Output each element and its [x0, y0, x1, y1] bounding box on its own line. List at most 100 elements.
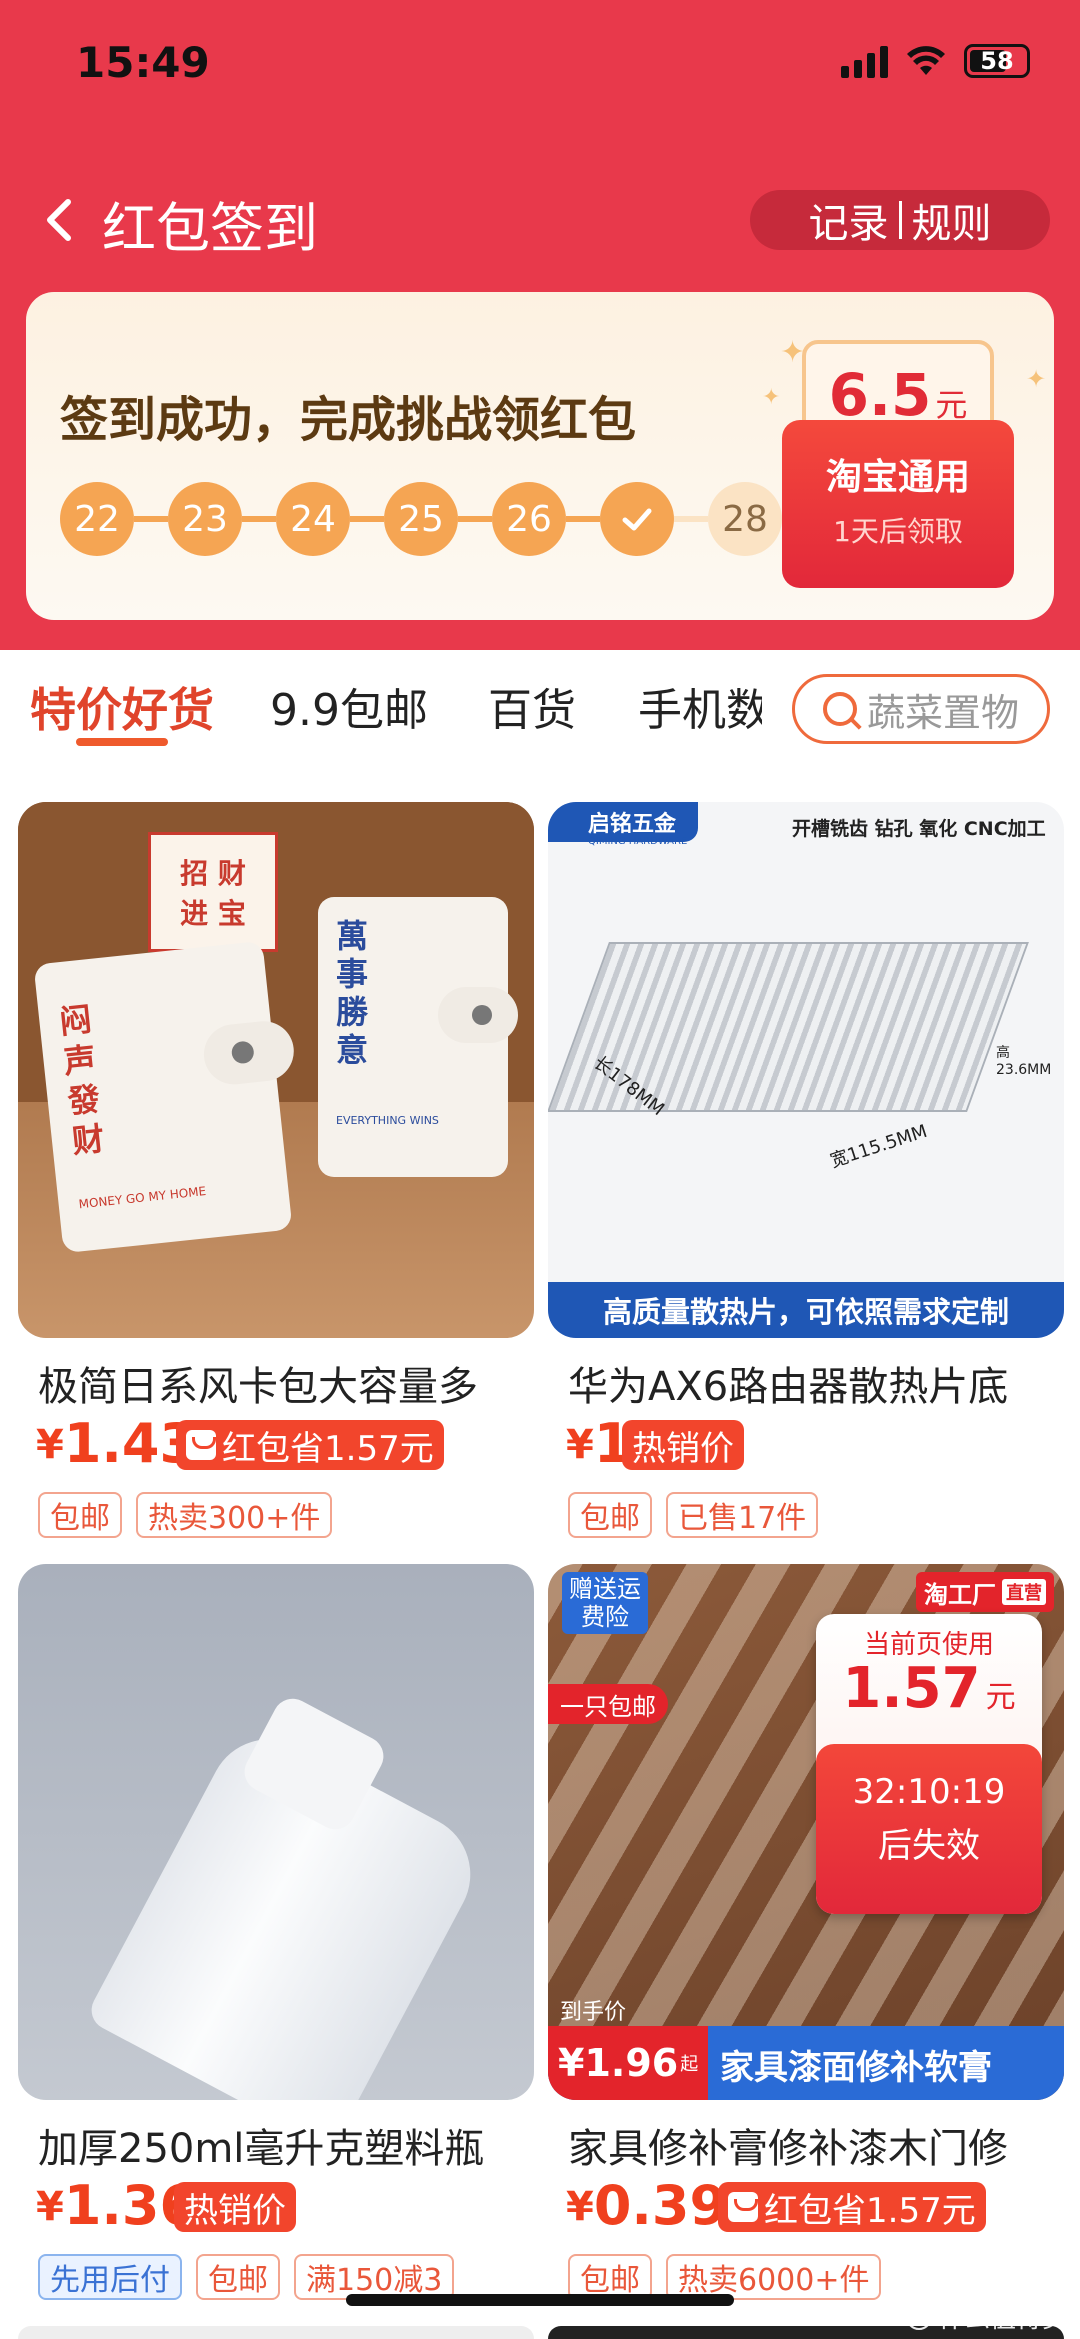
- product-card[interactable]: 加厚250ml毫升克塑料瓶 ¥ 1.36 热销价 先用后付 包邮 满150减3: [18, 1564, 534, 2300]
- img-process: 开槽铣齿 钻孔 氧化 CNC加工: [792, 818, 1046, 840]
- day-connector: [350, 516, 384, 522]
- day-24: 24: [276, 482, 350, 556]
- currency-symbol: ¥: [36, 1422, 64, 1468]
- day-25: 25: [384, 482, 458, 556]
- product-card[interactable]: 赠送运费险 淘工厂 直营 一只包邮 到手价 ¥1.96 起 家具漆面修补软膏 当…: [548, 1564, 1064, 2300]
- day-22: 22: [60, 482, 134, 556]
- badge-text: 红包省1.57元: [222, 1428, 434, 1469]
- nav-bar: 红包签到 记录 规则: [0, 180, 1080, 260]
- battery-icon: 58: [964, 44, 1030, 78]
- divider: [898, 201, 902, 239]
- product-title[interactable]: 家具修补膏修补漆木门修: [568, 2116, 1008, 2174]
- tab-special-deals[interactable]: 特价好货: [30, 674, 214, 740]
- img-qi: 起: [680, 2054, 699, 2075]
- tag: 热卖300+件: [136, 1492, 333, 1538]
- img-text-money: MONEY GO MY HOME: [78, 1184, 207, 1212]
- status-time: 15:49: [76, 38, 210, 87]
- overlay-unit: 元: [985, 1680, 1016, 1715]
- product-image[interactable]: [18, 1564, 534, 2100]
- img-text-zhaocai: 招 财: [180, 857, 246, 890]
- checkin-days: 22 23 24 25 26 28: [60, 482, 782, 556]
- badge-text: 热销价: [632, 1428, 734, 1469]
- search-placeholder: 蔬菜置物: [867, 690, 1020, 735]
- img-hand-price-label: 到手价: [560, 2000, 627, 2025]
- product-image[interactable]: 赠送运费险 淘工厂 直营 一只包邮 到手价 ¥1.96 起 家具漆面修补软膏 当…: [548, 1564, 1064, 2100]
- next-product-peek: [18, 2326, 534, 2339]
- tab-9-9-free-shipping[interactable]: 9.9包邮: [270, 674, 428, 738]
- coupon-envelope: 淘宝通用 1天后领取: [782, 420, 1014, 588]
- img-banner: 高质量散热片，可依照需求定制: [548, 1282, 1064, 1338]
- product-tags: 包邮 已售17件: [568, 1492, 819, 1538]
- back-arrow-icon[interactable]: [32, 190, 92, 250]
- day-26: 26: [492, 482, 566, 556]
- page-title: 红包签到: [102, 197, 318, 260]
- red-packet-badge: 红包省1.57元: [718, 2182, 986, 2232]
- overlay-amount: 1.57: [842, 1656, 981, 1721]
- product-title[interactable]: 极简日系风卡包大容量多: [38, 1354, 478, 1412]
- battery-level: 58: [980, 47, 1014, 75]
- product-title[interactable]: 华为AX6路由器散热片底: [568, 1354, 1008, 1412]
- watermark: 什么值得买: [905, 2298, 1068, 2335]
- tag-pay-later: 先用后付: [38, 2254, 182, 2300]
- overlay-expire: 后失效: [878, 1826, 980, 1866]
- search-icon: [823, 692, 857, 726]
- product-image[interactable]: 启铭五金 QIMING HARDWARE 开槽铣齿 钻孔 氧化 CNC加工 长1…: [548, 802, 1064, 1338]
- badge-text: 热销价: [184, 2190, 286, 2231]
- overlay-countdown: 32:10:19: [852, 1772, 1006, 1812]
- img-dim-height: 高23.6MM: [996, 1045, 1052, 1078]
- red-packet-icon: [186, 1430, 216, 1460]
- day-connector: [458, 516, 492, 522]
- img-dim-width: 宽115.5MM: [827, 1120, 930, 1172]
- sparkle-icon: ✦: [762, 385, 781, 410]
- checkin-message: 签到成功，完成挑战领红包: [60, 392, 637, 448]
- record-button[interactable]: 记录: [809, 191, 889, 249]
- tag: 包邮: [38, 1492, 122, 1538]
- rules-button[interactable]: 规则: [912, 191, 992, 249]
- cellular-signal-icon: [841, 44, 888, 78]
- tag: 已售17件: [666, 1492, 819, 1538]
- product-price: ¥ 1.43: [36, 1414, 197, 1474]
- day-28: 28: [708, 482, 782, 556]
- wifi-icon: [907, 46, 945, 75]
- day-connector: [242, 516, 276, 522]
- red-packet-badge: 红包省1.57元: [176, 1420, 444, 1470]
- product-image[interactable]: 招 财 进 宝 闷 声 發 财 MONEY GO MY HOME 萬 事 勝 意…: [18, 802, 534, 1338]
- tag: 包邮: [568, 1492, 652, 1538]
- red-packet-coupon[interactable]: 6.5 元 淘宝通用 1天后领取: [782, 330, 1014, 588]
- watermark-logo-icon: [905, 2303, 932, 2330]
- status-icons: 58: [841, 44, 1030, 78]
- product-price: ¥ 0.39: [566, 2176, 727, 2236]
- product-card[interactable]: 招 财 进 宝 闷 声 發 财 MONEY GO MY HOME 萬 事 勝 意…: [18, 802, 534, 1538]
- watermark-text: 什么值得买: [937, 2304, 1068, 2334]
- coupon-overlay[interactable]: 当前页使用 1.57 元 32:10:19 后失效: [816, 1614, 1042, 1914]
- sparkle-icon: ✦: [1026, 365, 1047, 393]
- day-connector: [134, 516, 168, 522]
- day-today-checkmark: [600, 482, 674, 556]
- img-text-wanshi: 萬 事 勝 意: [336, 917, 369, 1069]
- img-text-mensheng: 闷 声 發 财: [57, 1000, 107, 1161]
- product-tags: 包邮 热卖300+件: [38, 1492, 333, 1538]
- tab-general-goods[interactable]: 百货: [488, 674, 576, 738]
- coupon-line2: 1天后领取: [833, 515, 963, 548]
- search-box[interactable]: 蔬菜置物: [792, 674, 1050, 744]
- product-title[interactable]: 加厚250ml毫升克塑料瓶: [38, 2116, 484, 2174]
- img-brand-en: QIMING HARDWARE: [588, 836, 688, 847]
- day-connector: [674, 516, 708, 522]
- currency-symbol: ¥: [566, 2184, 594, 2230]
- product-card[interactable]: 启铭五金 QIMING HARDWARE 开槽铣齿 钻孔 氧化 CNC加工 长1…: [548, 802, 1064, 1538]
- img-text-jinbao: 进 宝: [180, 897, 246, 930]
- day-23: 23: [168, 482, 242, 556]
- status-bar: 15:49 58: [0, 0, 1080, 130]
- tab-underline: [76, 738, 168, 746]
- img-ship-tag: 一只包邮: [548, 1684, 668, 1724]
- home-indicator[interactable]: [346, 2294, 734, 2306]
- img-text-everything: EVERYTHING WINS: [336, 1114, 439, 1127]
- img-banner: 家具漆面修补软膏: [720, 2048, 992, 2088]
- coupon-amount: 6.5: [828, 361, 932, 429]
- hot-price-badge: 热销价: [174, 2182, 296, 2232]
- price-value: 0.39: [593, 2174, 728, 2237]
- hot-price-badge: 热销价: [622, 1420, 744, 1470]
- img-gift-text: 赠送运费险: [562, 1572, 648, 1634]
- tab-phone-digital[interactable]: 手机数: [638, 674, 762, 738]
- tag: 包邮: [196, 2254, 280, 2300]
